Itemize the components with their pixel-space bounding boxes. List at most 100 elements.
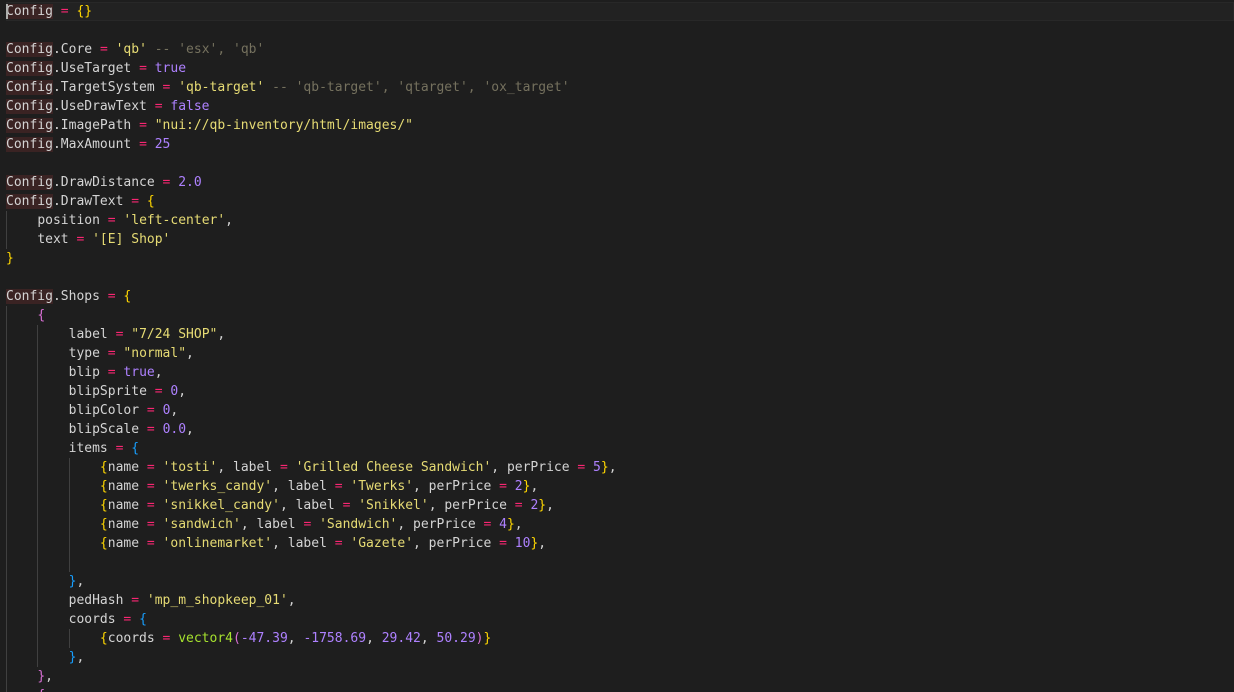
code-line[interactable]: Config.ImagePath = "nui://qb-inventory/h… [6, 116, 1234, 135]
code-line[interactable]: {name = 'snikkel_candy', label = 'Snikke… [6, 496, 1234, 515]
bracket: { [99, 479, 108, 494]
indent-guide [6, 686, 7, 692]
code-line[interactable]: type = "normal", [6, 344, 1234, 363]
operator: = [146, 479, 155, 494]
indent-guide [6, 553, 7, 572]
code-line[interactable]: Config.Shops = { [6, 287, 1234, 306]
bracket: } [37, 669, 46, 684]
code-line[interactable]: blip = true, [6, 363, 1234, 382]
string-literal: 'Grilled Cheese Sandwich' [295, 460, 492, 475]
code-token: type [68, 346, 108, 361]
code-token: name [107, 536, 147, 551]
string-literal: '[E] Shop' [92, 232, 171, 247]
operator: = [514, 498, 523, 513]
string-literal: 'twerks_candy' [162, 479, 273, 494]
indent-guide [6, 382, 7, 401]
bracket: } [506, 517, 515, 532]
code-line[interactable] [6, 268, 1234, 287]
code-line[interactable]: pedHash = 'mp_m_shopkeep_01', [6, 591, 1234, 610]
code-token: , label [272, 479, 335, 494]
code-line[interactable]: Config.TargetSystem = 'qb-target' -- 'qb… [6, 78, 1234, 97]
bracket: {} [76, 4, 93, 19]
code-line[interactable] [6, 21, 1234, 40]
code-line[interactable]: Config.MaxAmount = 25 [6, 135, 1234, 154]
code-line[interactable]: Config.Core = 'qb' -- 'esx', 'qb' [6, 40, 1234, 59]
code-line[interactable]: }, [6, 648, 1234, 667]
code-token: , perPrice [413, 536, 500, 551]
code-line[interactable]: position = 'left-center', [6, 211, 1234, 230]
operator: = [139, 137, 147, 152]
bracket: { [99, 536, 108, 551]
literal: true [123, 365, 155, 380]
indent-guide [69, 629, 70, 648]
config-keyword: Config [6, 194, 53, 209]
code-token: , [178, 384, 187, 399]
code-line[interactable]: blipSprite = 0, [6, 382, 1234, 401]
code-line[interactable]: Config.DrawText = { [6, 192, 1234, 211]
code-line[interactable]: Config = {} [6, 2, 1234, 21]
code-token: , [608, 460, 617, 475]
indent-guide [37, 458, 38, 477]
code-editor[interactable]: Config = {} Config.Core = 'qb' -- 'esx', … [0, 0, 1234, 692]
code-line[interactable]: Config.UseDrawText = false [6, 97, 1234, 116]
code-line[interactable]: { [6, 306, 1234, 325]
code-token: items [68, 441, 116, 456]
indent-guide [37, 382, 38, 401]
code-line[interactable]: blipScale = 0.0, [6, 420, 1234, 439]
string-literal: 'onlinemarket' [162, 536, 273, 551]
code-token: , [186, 422, 194, 437]
code-line[interactable]: items = { [6, 439, 1234, 458]
literal: 4 [499, 517, 507, 532]
code-line[interactable]: { [6, 686, 1234, 692]
bracket: { [99, 517, 108, 532]
code-line[interactable]: coords = { [6, 610, 1234, 629]
code-lines[interactable]: Config = {} Config.Core = 'qb' -- 'esx', … [6, 2, 1234, 692]
code-line[interactable] [6, 553, 1234, 572]
indent-guide [37, 325, 38, 344]
code-line[interactable]: label = "7/24 SHOP", [6, 325, 1234, 344]
string-literal: 'sandwich' [162, 517, 241, 532]
code-line[interactable]: text = '[E] Shop' [6, 230, 1234, 249]
indent-guide [37, 344, 38, 363]
code-line[interactable]: {name = 'onlinemarket', label = 'Gazete'… [6, 534, 1234, 553]
code-line[interactable]: Config.UseTarget = true [6, 59, 1234, 78]
code-line[interactable]: {name = 'sandwich', label = 'Sandwich', … [6, 515, 1234, 534]
code-token: , [45, 669, 53, 684]
indent-guide [6, 363, 7, 382]
indent-guide [6, 230, 7, 249]
code-line[interactable]: {coords = vector4(-47.39, -1758.69, 29.4… [6, 629, 1234, 648]
code-line[interactable]: }, [6, 572, 1234, 591]
code-line[interactable]: {name = 'tosti', label = 'Grilled Cheese… [6, 458, 1234, 477]
code-token: , [225, 213, 233, 228]
code-token: , perPrice [397, 517, 484, 532]
string-literal: 'Sandwich' [319, 517, 398, 532]
bracket: { [99, 631, 108, 646]
code-line[interactable]: {name = 'twerks_candy', label = 'Twerks'… [6, 477, 1234, 496]
text-cursor [6, 4, 8, 19]
literal: -47.39 [240, 631, 288, 646]
indent-guide [69, 496, 70, 515]
code-line[interactable]: Config.DrawDistance = 2.0 [6, 173, 1234, 192]
code-token: name [107, 479, 147, 494]
bracket: { [99, 460, 108, 475]
code-line[interactable]: blipColor = 0, [6, 401, 1234, 420]
code-line[interactable]: } [6, 249, 1234, 268]
config-keyword: Config [6, 289, 53, 304]
literal: 2.0 [178, 175, 202, 190]
operator: = [131, 194, 140, 209]
operator: = [146, 498, 155, 513]
indent-guide [6, 610, 7, 629]
indent-guide [6, 211, 7, 230]
operator: = [154, 384, 163, 399]
code-line[interactable] [6, 154, 1234, 173]
indent-guide [6, 477, 7, 496]
bracket: } [600, 460, 609, 475]
string-literal: 'tosti' [162, 460, 218, 475]
code-line[interactable]: }, [6, 667, 1234, 686]
